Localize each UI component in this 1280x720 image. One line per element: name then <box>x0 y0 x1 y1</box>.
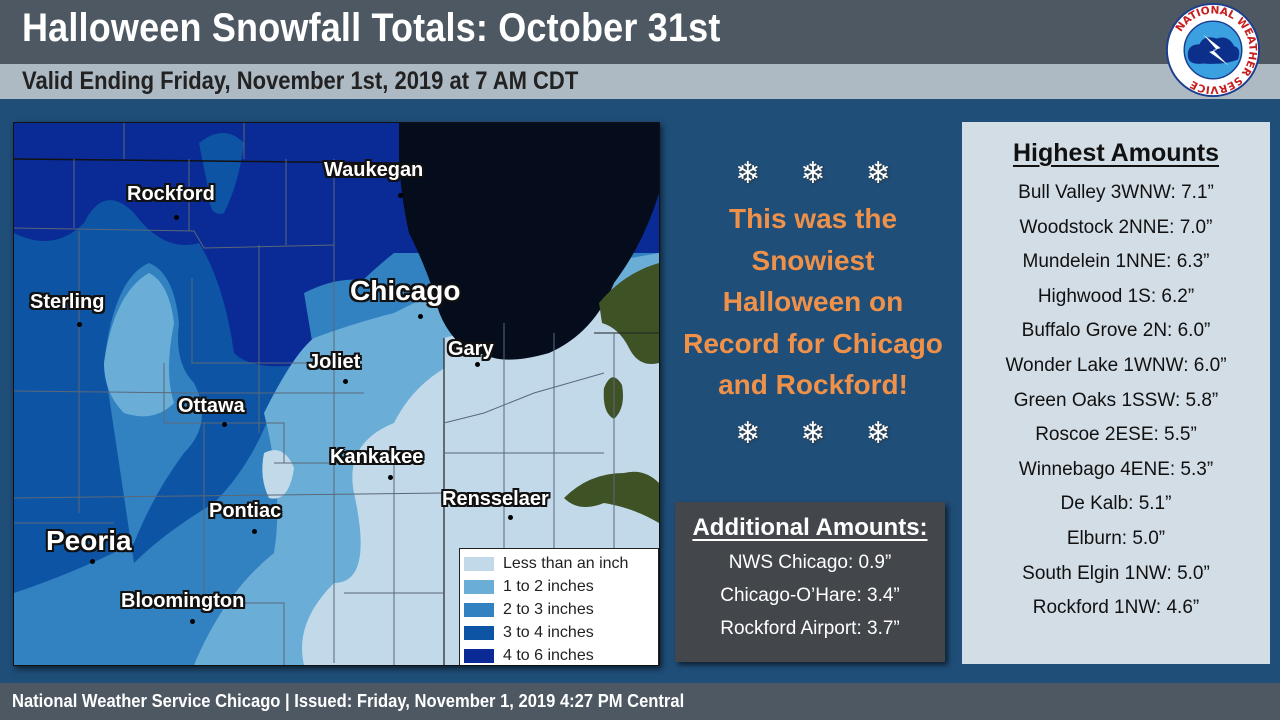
legend-label: 4 to 6 inches <box>503 647 594 664</box>
highest-amount-item: Roscoe 2ESE: 5.5” <box>1035 424 1197 446</box>
legend-swatch <box>464 626 494 640</box>
footer-bar: National Weather Service Chicago | Issue… <box>0 683 1280 720</box>
legend-label: 3 to 4 inches <box>503 624 594 641</box>
snowflake-icon: ❄ <box>865 157 891 190</box>
city-label-kankakee: Kankakee <box>330 446 424 468</box>
snowflake-icon: ❄ <box>735 157 761 190</box>
city-dot-sterling <box>77 322 82 327</box>
highest-amount-item: Woodstock 2NNE: 7.0” <box>1019 216 1213 238</box>
subtitle-bar: Valid Ending Friday, November 1st, 2019 … <box>0 64 1280 99</box>
additional-amount-item: NWS Chicago: 0.9” <box>728 552 892 573</box>
additional-amount-item: Chicago-O’Hare: 3.4” <box>720 585 900 606</box>
city-label-bloomington: Bloomington <box>121 590 245 612</box>
city-label-sterling: Sterling <box>30 291 105 313</box>
highest-amount-item: Elburn: 5.0” <box>1066 527 1166 549</box>
record-message: This was the Snowiest Halloween on Recor… <box>672 198 954 406</box>
snowflake-icon: ❄ <box>800 157 826 190</box>
city-label-chicago: Chicago <box>350 275 461 306</box>
city-dot-gary <box>475 362 480 367</box>
highest-amount-item: De Kalb: 5.1” <box>1060 493 1172 515</box>
highest-amount-item: Bull Valley 3WNW: 7.1” <box>1018 182 1214 203</box>
highest-amount-item: Highwood 1S: 6.2” <box>1037 285 1195 307</box>
record-line: Snowiest <box>751 244 875 276</box>
city-label-joliet: Joliet <box>308 351 361 373</box>
additional-amount-item: Rockford Airport: 3.7” <box>720 618 900 639</box>
legend-item: 4 to 6 inches <box>464 645 594 665</box>
highest-amount-item: Buffalo Grove 2N: 6.0” <box>1021 320 1211 342</box>
city-label-pontiac: Pontiac <box>209 500 282 522</box>
valid-time-subtitle: Valid Ending Friday, November 1st, 2019 … <box>22 67 579 95</box>
snowflake-icon: ❄ <box>865 417 891 450</box>
legend-item: Less than an inch <box>464 553 628 575</box>
legend-label: 2 to 3 inches <box>503 601 594 618</box>
record-line: Record for Chicago <box>683 327 943 359</box>
legend-item: 3 to 4 inches <box>464 622 594 644</box>
legend-item: 1 to 2 inches <box>464 576 594 598</box>
title-bar: Halloween Snowfall Totals: October 31st <box>0 0 1280 64</box>
city-label-ottawa: Ottawa <box>178 395 245 417</box>
legend-swatch <box>464 603 494 617</box>
city-dot-rensselaer <box>508 515 513 520</box>
legend-swatch <box>464 580 494 594</box>
city-dot-joliet <box>343 379 348 384</box>
highest-amount-item: Green Oaks 1SSW: 5.8” <box>1013 389 1219 411</box>
city-label-peoria: Peoria <box>46 525 132 556</box>
map-legend: Less than an inch 1 to 2 inches 2 to 3 i… <box>459 548 659 665</box>
highest-amount-item: Mundelein 1NNE: 6.3” <box>1022 251 1210 273</box>
legend-swatch <box>464 649 494 663</box>
city-dot-kankakee <box>388 475 393 480</box>
highest-amount-item: Winnebago 4ENE: 5.3” <box>1018 458 1214 480</box>
city-dot-pontiac <box>252 529 257 534</box>
snowflake-row-bottom: ❄ ❄ ❄ <box>672 416 954 451</box>
city-label-rensselaer: Rensselaer <box>442 488 549 510</box>
highest-amount-item: Rockford 1NW: 4.6” <box>1032 597 1200 619</box>
city-dot-peoria <box>90 559 95 564</box>
snowflake-icon: ❄ <box>735 417 761 450</box>
city-label-gary: Gary <box>448 338 494 360</box>
legend-item: 2 to 3 inches <box>464 599 594 621</box>
additional-amounts-title: Additional Amounts: <box>692 514 928 541</box>
city-dot-waukegan <box>398 193 403 198</box>
snowflake-icon: ❄ <box>800 417 826 450</box>
city-dot-chicago <box>418 314 423 319</box>
nws-logo-icon: NATIONAL WEATHER SERVICE <box>1165 2 1261 98</box>
city-dot-bloomington <box>190 619 195 624</box>
issued-footer: National Weather Service Chicago | Issue… <box>12 691 685 711</box>
city-dot-ottawa <box>222 422 227 427</box>
legend-label: 1 to 2 inches <box>503 578 594 595</box>
highest-amounts-title: Highest Amounts <box>1012 139 1220 167</box>
legend-label: Less than an inch <box>503 555 629 572</box>
city-label-rockford: Rockford <box>127 183 215 205</box>
additional-amounts-panel: Additional Amounts: NWS Chicago: 0.9” Ch… <box>675 502 945 662</box>
record-callout: ❄ ❄ ❄ This was the Snowiest Halloween on… <box>672 150 954 450</box>
record-line: This was the <box>728 203 898 234</box>
snowflake-row-top: ❄ ❄ ❄ <box>672 156 954 191</box>
highest-amounts-panel: Highest Amounts Bull Valley 3WNW: 7.1” W… <box>962 122 1270 664</box>
highest-amount-item: South Elgin 1NW: 5.0” <box>1022 562 1210 584</box>
city-label-waukegan: Waukegan <box>324 159 424 181</box>
page-title: Halloween Snowfall Totals: October 31st <box>22 6 721 50</box>
legend-swatch <box>464 557 494 571</box>
snowfall-map: Waukegan Rockford Chicago Sterling Gary … <box>13 122 660 666</box>
city-dot-rockford <box>174 215 179 220</box>
record-line: and Rockford! <box>718 369 908 400</box>
record-line: Halloween on <box>722 286 904 317</box>
highest-amount-item: Wonder Lake 1WNW: 6.0” <box>1005 354 1227 376</box>
